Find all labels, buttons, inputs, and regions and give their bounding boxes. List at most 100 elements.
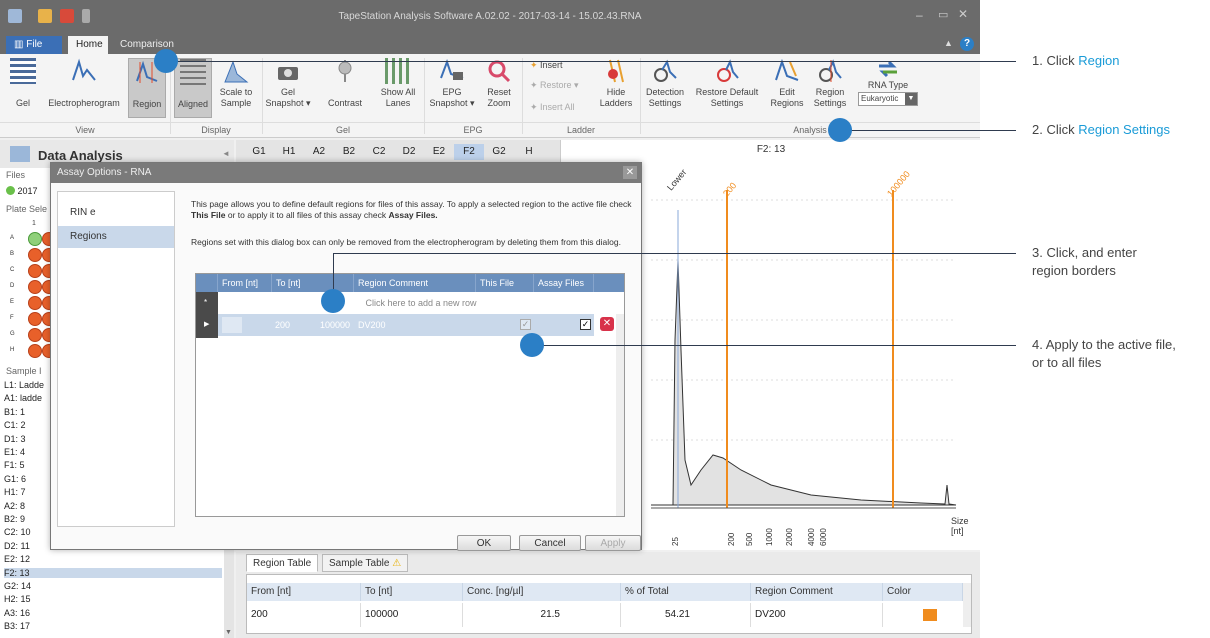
- plate-row-letter: C: [10, 267, 15, 273]
- rna-type-select[interactable]: Eukaryotic ▼: [858, 92, 918, 106]
- row-indicator-header: [196, 274, 218, 292]
- row-cell-blank: [222, 317, 242, 333]
- nav-item-regions[interactable]: Regions: [58, 226, 174, 248]
- scale-to-sample-button[interactable]: Scale to Sample: [214, 58, 258, 118]
- this-file-checkbox[interactable]: ✓: [520, 319, 531, 330]
- group-label-ladder: Ladder: [522, 122, 640, 136]
- x-tick-label: 500: [745, 532, 754, 546]
- x-tick-label: 1000: [765, 528, 774, 546]
- tab-sample-table[interactable]: Sample Table ⚠: [322, 554, 409, 572]
- detection-settings-button[interactable]: Detection Settings: [642, 58, 688, 118]
- regions-grid: From [nt] To [nt] Region Comment This Fi…: [195, 273, 625, 517]
- lane-tab[interactable]: G1: [244, 144, 274, 160]
- lane-tab[interactable]: F2: [454, 144, 484, 160]
- list-item[interactable]: H2: 15: [4, 594, 222, 604]
- lane-tab[interactable]: B2: [334, 144, 364, 160]
- list-item[interactable]: F2: 13: [4, 567, 222, 578]
- plate-well[interactable]: [28, 264, 42, 278]
- list-item[interactable]: A3: 16: [4, 608, 222, 618]
- ok-button[interactable]: OK: [457, 535, 511, 551]
- lane-tab[interactable]: A2: [304, 144, 334, 160]
- list-item[interactable]: G2: 14: [4, 581, 222, 591]
- chevron-down-icon: ▼: [905, 93, 917, 105]
- tab-home[interactable]: Home: [68, 36, 108, 54]
- region-color-swatch[interactable]: [923, 609, 937, 621]
- region-settings-button[interactable]: Region Settings: [810, 58, 850, 118]
- dialog-title-bar: Assay Options - RNA ✕: [51, 163, 641, 183]
- contrast-slider[interactable]: Contrast: [322, 58, 368, 118]
- x-tick-label: 6000: [819, 528, 828, 546]
- file-status-icon: [6, 186, 15, 195]
- lane-tab[interactable]: G2: [484, 144, 514, 160]
- list-item[interactable]: B3: 17: [4, 621, 222, 631]
- x-tick-label: 200: [727, 532, 736, 546]
- restore-button[interactable]: ✦ Restore ▾: [530, 80, 579, 91]
- to-cell[interactable]: 100000: [294, 314, 350, 336]
- tab-region-table[interactable]: Region Table: [246, 554, 319, 572]
- file-item[interactable]: 2017: [6, 186, 38, 196]
- list-item[interactable]: E2: 12: [4, 554, 222, 564]
- region-table-scrollbar[interactable]: [963, 583, 971, 627]
- nav-item-rin[interactable]: RIN e: [58, 202, 174, 224]
- lane-tab[interactable]: C2: [364, 144, 394, 160]
- scroll-down-icon[interactable]: ▼: [225, 629, 232, 636]
- collapse-panel-icon[interactable]: ◄: [222, 149, 230, 158]
- add-new-row[interactable]: Click here to add a new row: [218, 292, 624, 314]
- hide-ladders-button[interactable]: Hide Ladders: [596, 58, 636, 118]
- new-row-star-icon: *: [204, 298, 208, 307]
- annotation-step-4: 4. Apply to the active file, or to all fi…: [1032, 337, 1176, 370]
- electropherogram-icon: [71, 58, 97, 84]
- plate-well[interactable]: [28, 312, 42, 326]
- maximize-icon[interactable]: ▭: [938, 8, 952, 22]
- restore-default-settings-button[interactable]: Restore Default Settings: [692, 58, 762, 118]
- gel-icon: [10, 58, 36, 84]
- reset-zoom-button[interactable]: Reset Zoom: [482, 58, 516, 118]
- collapse-ribbon-icon[interactable]: ▲: [944, 38, 953, 48]
- group-label-analysis: Analysis: [640, 122, 980, 136]
- callout-dot-2: [828, 118, 852, 142]
- table-row[interactable]: 200 100000 21.5 54.21 DV200: [247, 603, 963, 627]
- plate-row-letter: E: [10, 299, 15, 305]
- close-window-icon[interactable]: ✕: [958, 7, 972, 21]
- delete-row-icon[interactable]: ✕: [600, 317, 614, 331]
- restore-icon: ✦: [530, 80, 541, 90]
- plate-well[interactable]: [28, 344, 42, 358]
- x-tick-label: 2000: [785, 528, 794, 546]
- group-label-epg: EPG: [424, 122, 522, 136]
- epg-snapshot-button[interactable]: EPG Snapshot ▾: [428, 58, 476, 118]
- cancel-button[interactable]: Cancel: [519, 535, 581, 551]
- plate-well[interactable]: [28, 232, 42, 246]
- electropherogram-view-button[interactable]: Electropherogram: [44, 58, 124, 118]
- annotation-step-3: 3. Click, and enter region borders: [1032, 245, 1137, 278]
- dialog-close-icon[interactable]: ✕: [623, 166, 637, 179]
- insert-all-icon: ✦: [530, 102, 541, 112]
- minimize-icon[interactable]: –: [916, 8, 930, 22]
- lane-tab[interactable]: H: [514, 144, 544, 160]
- from-cell[interactable]: 200: [248, 314, 290, 336]
- plate-well[interactable]: [28, 248, 42, 262]
- plate-selection-label: Plate Sele: [6, 204, 48, 214]
- plate-well[interactable]: [28, 280, 42, 294]
- tapestation-app-window: TapeStation Analysis Software A.02.02 - …: [0, 0, 980, 638]
- plate-well[interactable]: [28, 328, 42, 342]
- gel-view-button[interactable]: Gel: [6, 58, 40, 118]
- gel-snapshot-button[interactable]: Gel Snapshot ▾: [264, 58, 312, 118]
- apply-button[interactable]: Apply: [585, 535, 641, 551]
- lane-tab[interactable]: D2: [394, 144, 424, 160]
- files-label: Files: [6, 170, 26, 180]
- aligned-button[interactable]: Aligned: [174, 58, 212, 118]
- show-all-lanes-button[interactable]: Show All Lanes: [378, 58, 418, 118]
- row-indicator-column: * ▶: [196, 292, 218, 338]
- edit-regions-button[interactable]: Edit Regions: [766, 58, 808, 118]
- help-icon[interactable]: ?: [960, 37, 974, 51]
- lane-tab[interactable]: E2: [424, 144, 454, 160]
- lane-tab[interactable]: H1: [274, 144, 304, 160]
- plate-well[interactable]: [28, 296, 42, 310]
- insert-all-button[interactable]: ✦ Insert All: [530, 102, 575, 113]
- size-axis-label: Size [nt]: [951, 516, 969, 536]
- assay-files-checkbox[interactable]: ✓: [580, 319, 591, 330]
- plate-row-letter: A: [10, 235, 15, 241]
- tab-file[interactable]: ▥ File: [6, 36, 62, 54]
- table-row[interactable]: 200 100000 DV200 ✓ ✓: [218, 314, 594, 336]
- region-comment-cell[interactable]: DV200: [358, 314, 458, 336]
